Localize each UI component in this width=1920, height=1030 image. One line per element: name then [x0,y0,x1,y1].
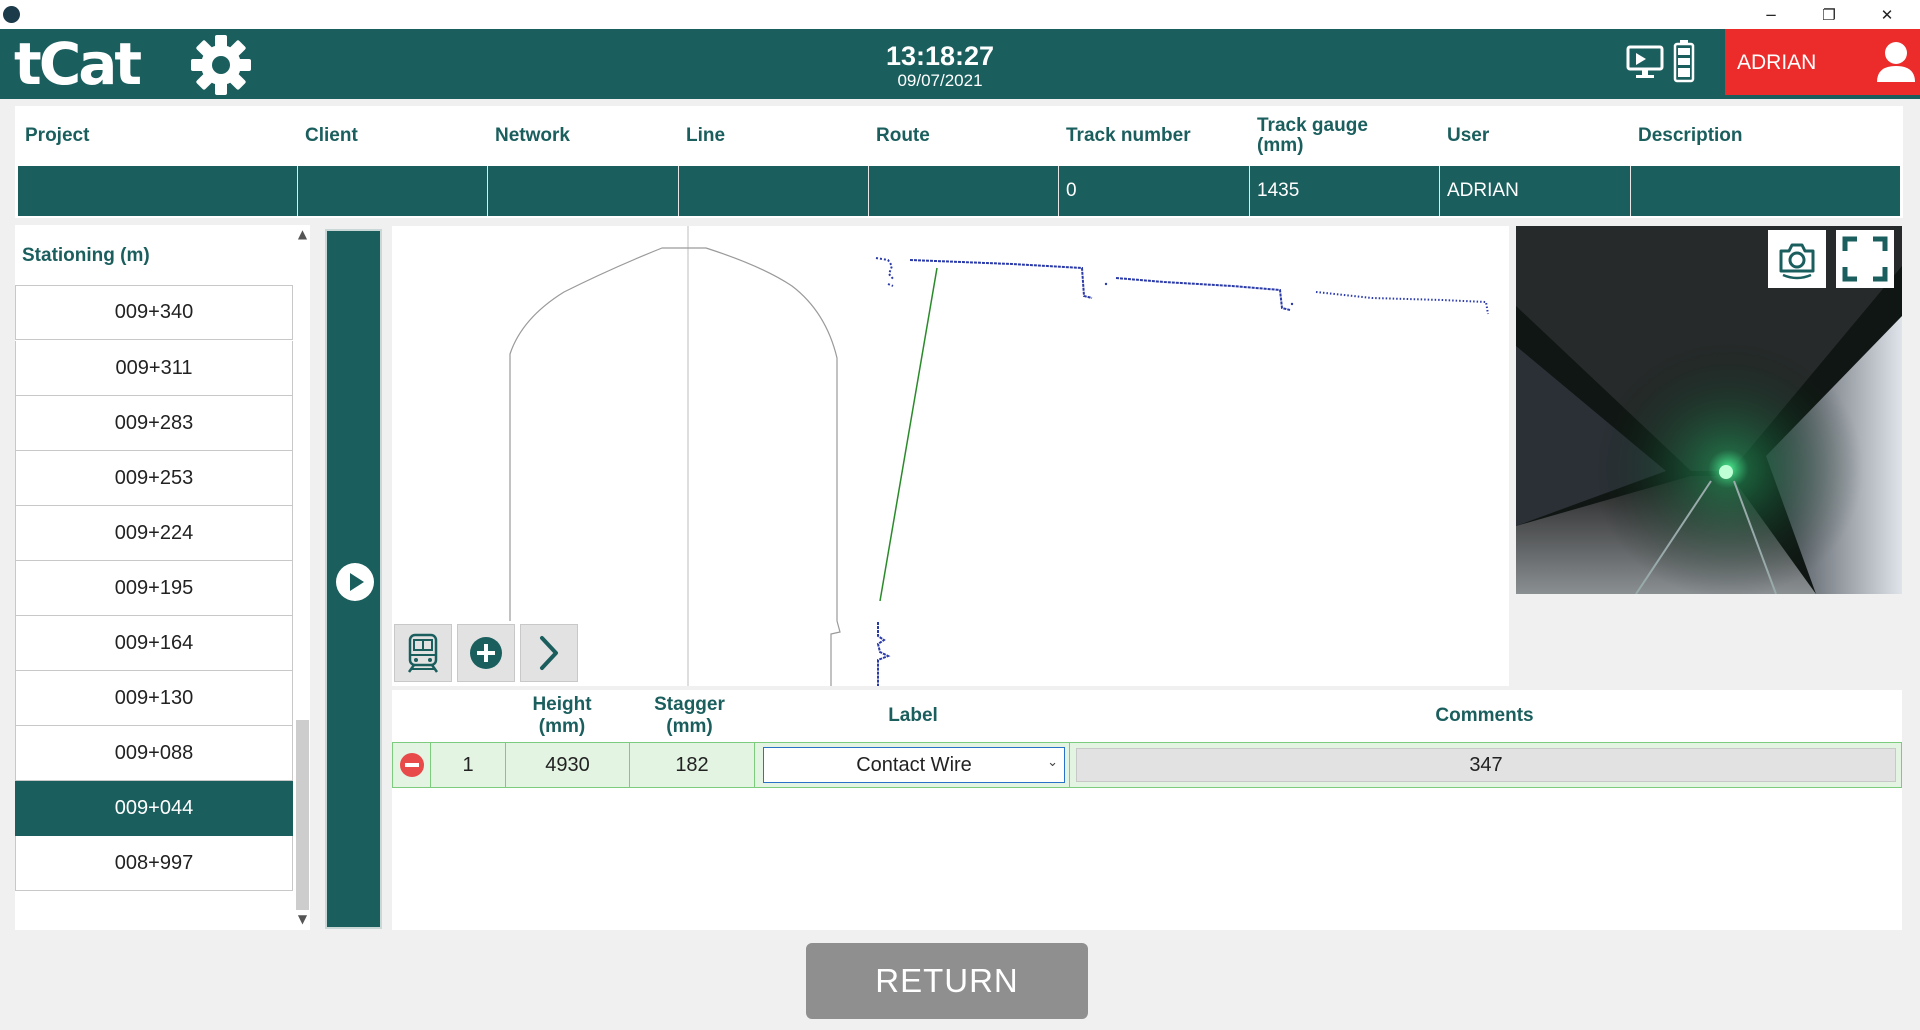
row-height: 4930 [506,743,630,787]
stationing-item[interactable]: 009+311 [15,341,293,396]
header-project: Project [25,125,90,146]
user-name: ADRIAN [1737,51,1817,74]
stationing-item[interactable]: 009+224 [15,506,293,561]
stationing-item[interactable]: 009+340 [15,285,293,340]
add-circle-icon [470,637,502,669]
user-menu[interactable]: ADRIAN [1725,29,1920,95]
stationing-list: Stationing (m) 009+340 009+311 009+283 0… [15,225,310,930]
value-route [869,166,1059,216]
stationing-item[interactable]: 008+997 [15,836,293,891]
project-info-header-row: Project Client Network Line Route Track … [15,106,1903,166]
value-project [18,166,298,216]
header-track-number: Track number [1066,125,1191,146]
label-dropdown[interactable]: Contact Wire ⌄ [763,747,1065,783]
camera-capture-icon [1779,243,1815,280]
header-client: Client [305,125,358,146]
battery-icon [1673,40,1695,83]
value-client [298,166,488,216]
header-track-gauge: Track gauge (mm) [1257,115,1368,156]
delete-row-button[interactable] [393,743,431,787]
chevron-right-icon [540,636,558,670]
header-label: Label [888,705,938,726]
stationing-item[interactable]: 009+195 [15,561,293,616]
train-icon [407,633,439,673]
project-info-value-row: 0 1435 ADRIAN [18,166,1900,216]
user-icon [1877,42,1915,82]
label-dropdown-value: Contact Wire [856,753,972,776]
value-track-number: 0 [1059,166,1250,216]
header-comments: Comments [1435,705,1534,726]
header-description: Description [1638,125,1743,146]
header-line: Line [686,125,726,146]
delete-icon [399,753,424,777]
stationing-scrollbar[interactable]: ▲ ▼ [295,225,310,930]
chevron-down-icon: ⌄ [1047,755,1058,770]
scroll-up-icon[interactable]: ▲ [295,227,310,245]
scrollbar-thumb[interactable] [296,720,309,910]
header-user: User [1447,125,1490,146]
stationing-header: Stationing (m) [22,245,150,266]
row-index: 1 [431,743,506,787]
clock-date: 09/07/2021 [897,71,983,90]
stationing-item[interactable]: 009+088 [15,726,293,781]
value-line [679,166,869,216]
stationing-item[interactable]: 009+253 [15,451,293,506]
stationing-item[interactable]: 009+164 [15,616,293,671]
next-button[interactable] [520,624,578,682]
clock: 13:18:27 09/07/2021 [840,41,1040,91]
measurement-row: 1 4930 182 Contact Wire ⌄ 347 [392,742,1902,788]
scroll-down-icon[interactable]: ▼ [295,912,310,930]
play-icon[interactable] [335,562,375,602]
clock-time: 13:18:27 [885,41,995,71]
close-button[interactable]: ✕ [1858,0,1916,29]
return-button[interactable]: RETURN [806,943,1088,1019]
profile-canvas[interactable] [392,226,1509,686]
tunnel-profile-drawing [509,226,1489,686]
header-route: Route [876,125,930,146]
value-track-gauge: 1435 [1250,166,1440,216]
window-titlebar: − ❐ ✕ [0,0,1920,29]
capture-photo-button[interactable] [1768,230,1826,288]
app-header: tCat 13:18:27 09/07/2021 ADRIAN [0,29,1920,99]
project-info-table: Project Client Network Line Route Track … [15,106,1903,218]
restore-button[interactable]: ❐ [1800,0,1858,29]
header-stagger: Stagger (mm) [654,694,725,737]
value-description [1631,166,1900,216]
settings-gear-icon[interactable] [190,34,252,96]
header-height: Height (mm) [532,694,592,737]
measurement-table: Height (mm) Stagger (mm) Label Comments … [392,690,1902,930]
row-stagger: 182 [630,743,755,787]
minimize-button[interactable]: − [1742,0,1800,29]
fullscreen-icon [1842,236,1888,282]
value-user: ADRIAN [1440,166,1631,216]
train-button[interactable] [394,624,452,682]
app-icon [3,6,20,23]
stationing-item-selected[interactable]: 009+044 [15,781,293,836]
monitor-icon[interactable] [1626,43,1666,81]
fullscreen-button[interactable] [1836,230,1894,288]
playback-panel [325,229,382,929]
camera-feed [1516,226,1902,594]
comment-field[interactable]: 347 [1076,748,1896,782]
value-network [488,166,679,216]
add-measurement-button[interactable] [457,624,515,682]
stationing-item[interactable]: 009+283 [15,396,293,451]
app-logo: tCat [14,30,142,98]
header-network: Network [495,125,570,146]
stationing-item[interactable]: 009+130 [15,671,293,726]
